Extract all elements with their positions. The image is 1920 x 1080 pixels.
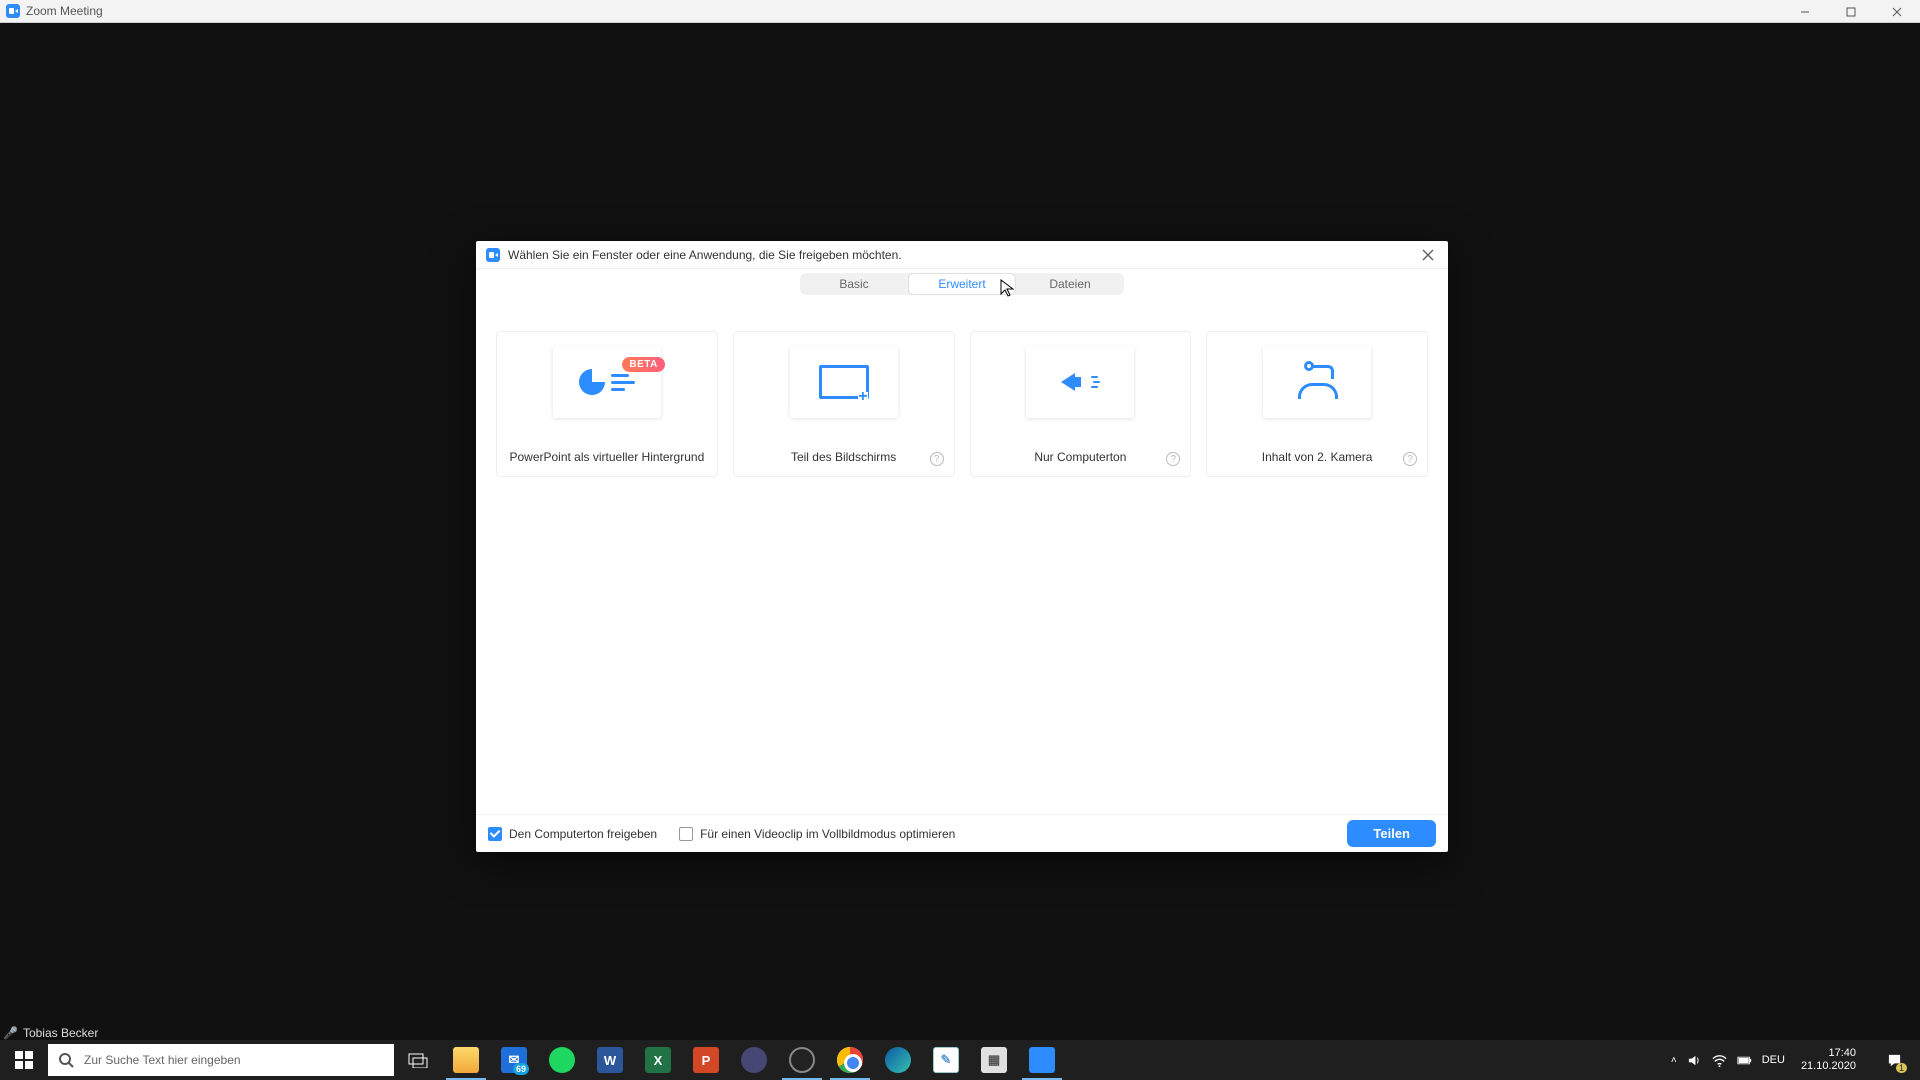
volume-icon[interactable] (1687, 1053, 1702, 1068)
file-explorer-icon (453, 1047, 479, 1073)
spotify-icon (549, 1047, 575, 1073)
chrome-icon (837, 1047, 863, 1073)
tab-files[interactable]: Dateien (1016, 273, 1124, 295)
taskbar-app-teams[interactable] (730, 1040, 778, 1080)
system-tray: ˄ DEU 17:40 21.10.2020 1 (1667, 1040, 1920, 1080)
taskbar-app-word[interactable]: W (586, 1040, 634, 1080)
card-thumb: BETA (553, 346, 661, 418)
taskbar-app-chrome[interactable] (826, 1040, 874, 1080)
checkbox-share-computer-sound[interactable]: Den Computerton freigeben (488, 827, 657, 841)
share-screen-dialog: Wählen Sie ein Fenster oder eine Anwendu… (476, 241, 1448, 852)
share-option-cards: BETA PowerPoint als virtueller Hintergru… (476, 295, 1448, 477)
window-close-button[interactable] (1874, 0, 1920, 23)
clock-time: 17:40 (1801, 1047, 1856, 1060)
app-title: Zoom Meeting (26, 4, 103, 18)
taskbar-app-file-explorer[interactable] (442, 1040, 490, 1080)
taskbar-app-mail[interactable]: ✉69 (490, 1040, 538, 1080)
card-thumb (1263, 346, 1371, 418)
card-label: Teil des Bildschirms (734, 450, 954, 464)
share-button[interactable]: Teilen (1347, 820, 1436, 847)
tab-advanced[interactable]: Erweitert (908, 273, 1016, 295)
card-thumb (1026, 346, 1134, 418)
tab-basic[interactable]: Basic (800, 273, 908, 295)
action-center-button[interactable]: 1 (1872, 1040, 1916, 1080)
word-icon: W (597, 1047, 623, 1073)
taskbar-app-calculator[interactable]: ▦ (970, 1040, 1018, 1080)
beta-badge: BETA (622, 357, 664, 372)
taskbar-pinned-apps: ✉69 W X P ✎ ▦ (442, 1040, 1066, 1080)
checkbox-icon (679, 827, 693, 841)
card-thumb (790, 346, 898, 418)
taskbar-clock[interactable]: 17:40 21.10.2020 (1795, 1047, 1862, 1073)
clock-date: 21.10.2020 (1801, 1060, 1856, 1073)
calculator-icon: ▦ (981, 1047, 1007, 1073)
participant-label: 🎤 Tobias Becker (3, 1026, 98, 1040)
search-icon (58, 1052, 74, 1068)
screen-portion-icon (819, 365, 869, 399)
help-icon[interactable]: ? (1403, 452, 1417, 466)
excel-icon: X (645, 1047, 671, 1073)
card-screen-portion[interactable]: Teil des Bildschirms ? (733, 331, 955, 477)
card-second-camera[interactable]: Inhalt von 2. Kamera ? (1206, 331, 1428, 477)
powerpoint-icon: P (693, 1047, 719, 1073)
dialog-tabs: Basic Erweitert Dateien (476, 273, 1448, 295)
taskbar-app-spotify[interactable] (538, 1040, 586, 1080)
start-button[interactable] (0, 1040, 48, 1080)
language-indicator[interactable]: DEU (1762, 1054, 1785, 1066)
taskbar-app-obs[interactable] (778, 1040, 826, 1080)
dialog-footer: Den Computerton freigeben Für einen Vide… (476, 814, 1448, 852)
tray-overflow-button[interactable]: ˄ (1671, 1055, 1677, 1066)
taskbar-app-notepad[interactable]: ✎ (922, 1040, 970, 1080)
meeting-stage: 🎤 Tobias Becker Wählen Sie ein Fenster o… (0, 23, 1920, 1042)
zoom-icon (486, 248, 500, 262)
checkbox-icon (488, 827, 502, 841)
mail-icon: ✉69 (501, 1047, 527, 1073)
edge-icon (885, 1047, 911, 1073)
card-label: Nur Computerton (971, 450, 1191, 464)
wifi-icon[interactable] (1712, 1053, 1727, 1068)
search-placeholder: Zur Suche Text hier eingeben (84, 1053, 241, 1067)
card-label: PowerPoint als virtueller Hintergrund (497, 450, 717, 464)
notification-badge: 1 (1896, 1063, 1907, 1073)
speaker-icon (1061, 373, 1100, 391)
dialog-close-button[interactable] (1418, 245, 1438, 265)
checkbox-label: Den Computerton freigeben (509, 827, 657, 841)
card-powerpoint-virtual-bg[interactable]: BETA PowerPoint als virtueller Hintergru… (496, 331, 718, 477)
zoom-icon (1029, 1047, 1055, 1073)
dialog-title: Wählen Sie ein Fenster oder eine Anwendu… (508, 248, 902, 262)
taskbar-search-input[interactable]: Zur Suche Text hier eingeben (48, 1044, 394, 1076)
zoom-icon (6, 4, 20, 18)
task-view-button[interactable] (394, 1040, 442, 1080)
taskbar-app-edge[interactable] (874, 1040, 922, 1080)
checkbox-optimize-video-clip[interactable]: Für einen Videoclip im Vollbildmodus opt… (679, 827, 955, 841)
taskbar-app-excel[interactable]: X (634, 1040, 682, 1080)
taskbar-app-zoom[interactable] (1018, 1040, 1066, 1080)
card-label: Inhalt von 2. Kamera (1207, 450, 1427, 464)
window-minimize-button[interactable] (1782, 0, 1828, 23)
taskbar-app-powerpoint[interactable]: P (682, 1040, 730, 1080)
notepad-icon: ✎ (933, 1047, 959, 1073)
help-icon[interactable]: ? (930, 452, 944, 466)
windows-taskbar: Zur Suche Text hier eingeben ✉69 W X P ✎… (0, 1040, 1920, 1080)
dialog-header: Wählen Sie ein Fenster oder eine Anwendu… (476, 241, 1448, 269)
document-camera-icon (1292, 365, 1342, 399)
checkbox-label: Für einen Videoclip im Vollbildmodus opt… (700, 827, 955, 841)
window-maximize-button[interactable] (1828, 0, 1874, 23)
obs-icon (789, 1047, 815, 1073)
app-titlebar: Zoom Meeting (0, 0, 1920, 23)
mail-badge: 69 (513, 1063, 529, 1075)
card-computer-sound[interactable]: Nur Computerton ? (970, 331, 1192, 477)
mic-muted-icon: 🎤 (3, 1026, 18, 1040)
participant-name: Tobias Becker (23, 1026, 98, 1040)
powerpoint-slide-icon: BETA (579, 369, 635, 395)
battery-icon[interactable] (1737, 1053, 1752, 1068)
teams-icon (741, 1047, 767, 1073)
